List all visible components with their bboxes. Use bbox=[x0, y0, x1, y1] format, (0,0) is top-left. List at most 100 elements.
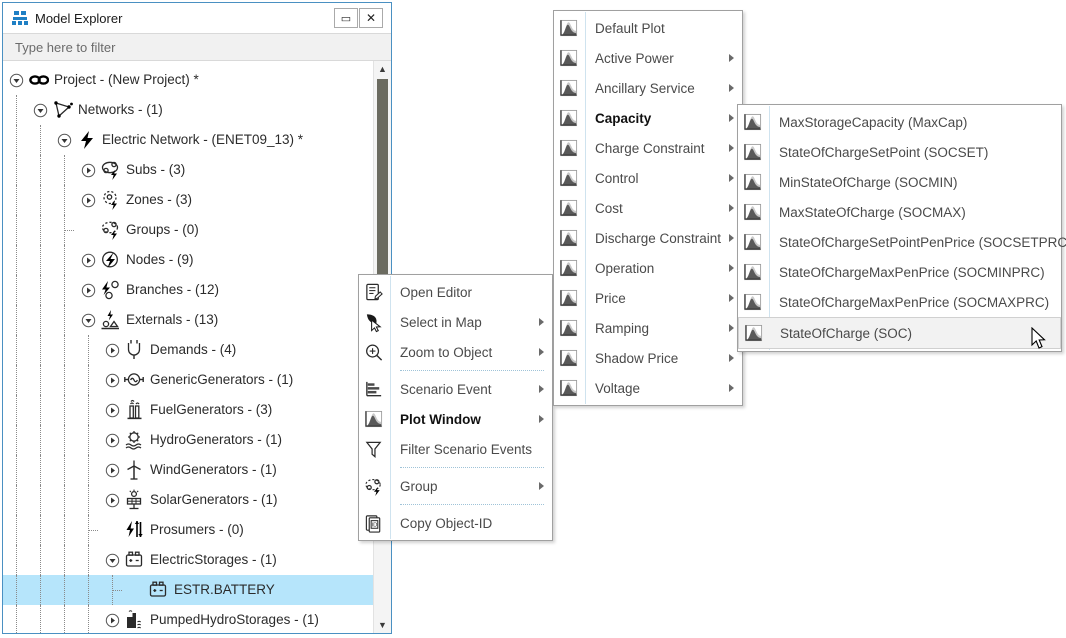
capacity-submenu[interactable]: MaxStorageCapacity (MaxCap) StateOfCharge… bbox=[737, 104, 1066, 352]
demands-plug-icon bbox=[127, 340, 141, 359]
group-icon bbox=[365, 478, 381, 496]
tree-node[interactable]: Nodes - (9) bbox=[3, 245, 373, 275]
tree-node[interactable]: Demands - (4) bbox=[3, 335, 373, 365]
plot-window-submenu[interactable]: Default Plot Active Power Ancillary Servic… bbox=[553, 10, 743, 406]
menu-item[interactable]: Open Editor bbox=[359, 277, 552, 307]
menu-item[interactable]: Ramping bbox=[554, 313, 742, 343]
tree-guide-line bbox=[40, 365, 42, 395]
tree-node-label: Groups - (0) bbox=[126, 222, 199, 238]
tree-node[interactable]: Electric Network - (ENET09_13) * bbox=[3, 125, 373, 155]
menu-item[interactable]: Discharge Constraint bbox=[554, 223, 742, 253]
tree-twisty-expanded[interactable] bbox=[33, 103, 48, 118]
tree-twisty-collapsed[interactable] bbox=[81, 283, 96, 298]
menu-item-icon bbox=[738, 262, 768, 283]
menu-item[interactable]: MinStateOfCharge (SOCMIN) bbox=[738, 167, 1061, 197]
menu-item[interactable]: Plot Window bbox=[359, 404, 552, 434]
tree-node[interactable]: Branches - (12) bbox=[3, 275, 373, 305]
menu-item-icon bbox=[739, 323, 769, 344]
tree-twisty-collapsed[interactable] bbox=[105, 613, 120, 628]
tree-node[interactable]: PumpedHydroStorages - (1) bbox=[3, 605, 373, 633]
tree-node[interactable]: Groups - (0) bbox=[3, 215, 373, 245]
close-button[interactable]: ✕ bbox=[359, 8, 383, 28]
filter-input[interactable]: Type here to filter bbox=[3, 33, 391, 61]
menu-item[interactable]: Voltage bbox=[554, 373, 742, 403]
chevron-right-icon bbox=[729, 294, 734, 302]
tree-guide-line bbox=[16, 215, 18, 245]
tree-node[interactable]: GenericGenerators - (1) bbox=[3, 365, 373, 395]
menu-item[interactable]: Zoom to Object bbox=[359, 337, 552, 367]
restore-button[interactable]: ▭ bbox=[334, 8, 358, 28]
tree-node-label: GenericGenerators - (1) bbox=[150, 372, 294, 388]
tree-guide-line bbox=[64, 605, 66, 633]
menu-item[interactable]: StateOfChargeSetPoint (SOCSET) bbox=[738, 137, 1061, 167]
tree-node-label: ElectricStorages - (1) bbox=[150, 552, 277, 568]
tree-twisty-collapsed[interactable] bbox=[105, 463, 120, 478]
networks-graph-icon bbox=[54, 101, 73, 118]
menu-item[interactable]: Filter Scenario Events bbox=[359, 434, 552, 464]
tree-twisty-expanded[interactable] bbox=[105, 553, 120, 568]
tree-twisty-expanded[interactable] bbox=[81, 313, 96, 328]
menu-item[interactable]: Group bbox=[359, 471, 552, 501]
tree-node[interactable]: ElectricStorages - (1) bbox=[3, 545, 373, 575]
menu-item-label: Open Editor bbox=[400, 284, 473, 300]
menu-item-label: Scenario Event bbox=[400, 381, 492, 397]
menu-item[interactable]: Active Power bbox=[554, 43, 742, 73]
menu-item[interactable]: Price bbox=[554, 283, 742, 313]
menu-item-label: StateOfCharge (SOC) bbox=[780, 325, 913, 341]
menu-item[interactable]: Control bbox=[554, 163, 742, 193]
menu-item[interactable]: ID Copy Object-ID bbox=[359, 508, 552, 538]
tree-guide-line bbox=[64, 425, 66, 455]
menu-item[interactable]: MaxStateOfCharge (SOCMAX) bbox=[738, 197, 1061, 227]
tree-guide-line bbox=[40, 485, 42, 515]
tree-twisty-collapsed[interactable] bbox=[105, 373, 120, 388]
tree-twisty-collapsed[interactable] bbox=[105, 343, 120, 358]
menu-item[interactable]: Charge Constraint bbox=[554, 133, 742, 163]
tree-node[interactable]: FuelGenerators - (3) bbox=[3, 395, 373, 425]
tree-node[interactable]: Project - (New Project) * bbox=[3, 65, 373, 95]
menu-item-label: Price bbox=[595, 290, 626, 306]
menu-item[interactable]: MaxStorageCapacity (MaxCap) bbox=[738, 107, 1061, 137]
menu-item[interactable]: Default Plot bbox=[554, 13, 742, 43]
menu-item[interactable]: Shadow Price bbox=[554, 343, 742, 373]
tree-node[interactable]: WindGenerators - (1) bbox=[3, 455, 373, 485]
menu-item[interactable]: StateOfChargeMaxPenPrice (SOCMAXPRC) bbox=[738, 287, 1061, 317]
menu-item-icon: ID bbox=[359, 513, 389, 534]
menu-item-label: MinStateOfCharge (SOCMIN) bbox=[779, 174, 958, 190]
tree-twisty-collapsed[interactable] bbox=[105, 403, 120, 418]
menu-item[interactable]: StateOfCharge (SOC) bbox=[738, 317, 1061, 349]
menu-item[interactable]: Cost bbox=[554, 193, 742, 223]
menu-item[interactable]: Capacity bbox=[554, 103, 742, 133]
plot-icon bbox=[560, 259, 578, 276]
menu-item[interactable]: Operation bbox=[554, 253, 742, 283]
context-menu[interactable]: Open Editor Select in Map Zoom to Object Sc… bbox=[358, 274, 553, 541]
menu-item[interactable]: Scenario Event bbox=[359, 374, 552, 404]
tree-twisty-collapsed[interactable] bbox=[81, 163, 96, 178]
tree-node[interactable]: HydroGenerators - (1) bbox=[3, 425, 373, 455]
menu-item[interactable]: StateOfChargeSetPointPenPrice (SOCSETPRC… bbox=[738, 227, 1066, 257]
tree-node[interactable]: SolarGenerators - (1) bbox=[3, 485, 373, 515]
tree-node[interactable]: Externals - (13) bbox=[3, 305, 373, 335]
menu-item-icon bbox=[359, 312, 389, 333]
menu-item-label: Shadow Price bbox=[595, 350, 679, 366]
tree-node[interactable]: Subs - (3) bbox=[3, 155, 373, 185]
tree-guide-line bbox=[64, 545, 66, 575]
tree-twisty-collapsed[interactable] bbox=[81, 253, 96, 268]
tree-twisty-collapsed[interactable] bbox=[105, 433, 120, 448]
scroll-down-arrow-icon[interactable]: ▼ bbox=[374, 617, 391, 633]
tree-twisty-collapsed[interactable] bbox=[81, 193, 96, 208]
tree-twisty-expanded[interactable] bbox=[9, 73, 24, 88]
mouse-cursor-icon bbox=[1031, 327, 1046, 349]
tree-node[interactable]: Zones - (3) bbox=[3, 185, 373, 215]
menu-item[interactable]: Select in Map bbox=[359, 307, 552, 337]
tree-node-selected[interactable]: ESTR.BATTERY bbox=[3, 575, 373, 605]
tree-guide-line bbox=[40, 275, 42, 305]
tree-node[interactable]: Networks - (1) bbox=[3, 95, 373, 125]
tree-guide-line bbox=[65, 230, 74, 232]
tree-twisty-expanded[interactable] bbox=[57, 133, 72, 148]
tree-twisty-collapsed[interactable] bbox=[105, 493, 120, 508]
menu-item[interactable]: Ancillary Service bbox=[554, 73, 742, 103]
menu-item[interactable]: StateOfChargeMaxPenPrice (SOCMINPRC) bbox=[738, 257, 1061, 287]
tree-guide-line bbox=[64, 335, 66, 365]
tree-node[interactable]: Prosumers - (0) bbox=[3, 515, 373, 545]
scroll-up-arrow-icon[interactable]: ▲ bbox=[374, 61, 391, 77]
